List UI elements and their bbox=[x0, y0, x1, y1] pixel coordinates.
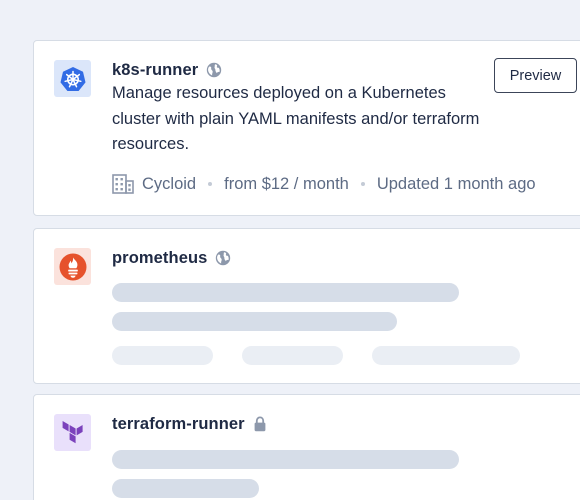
lock-icon bbox=[253, 416, 267, 432]
stack-card-k8s-runner[interactable]: k8s-runner Manage resources deployed on … bbox=[33, 40, 580, 216]
skeleton-description-line bbox=[112, 283, 459, 302]
stack-card-terraform-runner[interactable]: terraform-runner bbox=[33, 394, 580, 500]
stack-description: Manage resources deployed on a Kubernete… bbox=[112, 84, 480, 153]
prometheus-icon bbox=[54, 248, 91, 285]
skeleton-description-line bbox=[112, 450, 459, 469]
kubernetes-icon bbox=[54, 60, 91, 97]
stack-title[interactable]: terraform-runner bbox=[112, 415, 245, 434]
card-title-row: prometheus bbox=[112, 248, 231, 268]
skeleton-meta-updated bbox=[372, 346, 520, 365]
skeleton-meta-owner bbox=[112, 346, 213, 365]
stack-meta: Cycloid from $12 / month Updated 1 month… bbox=[112, 174, 536, 194]
terraform-icon bbox=[54, 414, 91, 451]
preview-button[interactable]: Preview bbox=[494, 58, 577, 93]
separator-dot bbox=[208, 182, 213, 186]
stack-title[interactable]: prometheus bbox=[112, 249, 207, 268]
globe-icon bbox=[215, 250, 231, 266]
price: from $12 / month bbox=[224, 174, 349, 193]
skeleton-description-line bbox=[112, 479, 259, 498]
card-title-row: terraform-runner bbox=[112, 414, 267, 434]
separator-dot bbox=[360, 182, 365, 186]
stack-card-prometheus[interactable]: prometheus bbox=[33, 228, 580, 384]
stack-title[interactable]: k8s-runner bbox=[112, 61, 198, 80]
skeleton-description-line bbox=[112, 312, 397, 331]
owner-name: Cycloid bbox=[142, 174, 197, 193]
card-title-row: k8s-runner bbox=[112, 60, 222, 80]
building-icon bbox=[112, 174, 134, 194]
globe-icon bbox=[206, 62, 222, 78]
skeleton-meta-price bbox=[242, 346, 343, 365]
updated-time: Updated 1 month ago bbox=[376, 174, 536, 193]
